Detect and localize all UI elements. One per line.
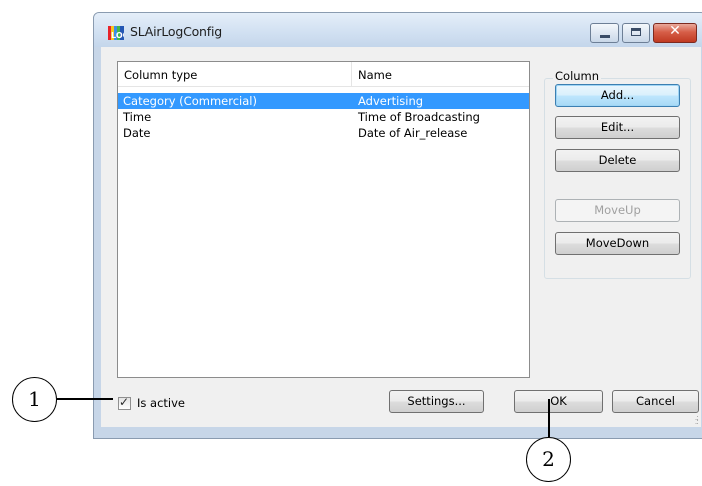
column-group-label: Column (553, 69, 602, 83)
row-name: Advertising (358, 94, 424, 108)
row-type: Date (123, 126, 151, 140)
dialog-window: LOG SLAirLogConfig ✕ Column type Name Ca… (93, 12, 702, 439)
checkmark-icon: ✓ (119, 395, 130, 409)
maximize-icon (631, 28, 641, 36)
add-button[interactable]: Add... (555, 84, 680, 107)
list-row-category[interactable]: Category (Commercial) Advertising (118, 93, 529, 109)
minimize-button[interactable] (590, 23, 619, 43)
move-down-button[interactable]: MoveDown (555, 232, 680, 255)
is-active-checkbox[interactable]: ✓ (118, 395, 131, 410)
name-header[interactable]: Name (358, 68, 392, 82)
column-type-header[interactable]: Column type (124, 68, 197, 82)
move-up-button[interactable]: MoveUp (555, 199, 680, 222)
resize-grip[interactable]: .:.: (695, 414, 699, 426)
minimize-icon (600, 35, 610, 38)
header-divider[interactable] (351, 62, 352, 86)
app-icon: LOG (108, 26, 124, 40)
close-button[interactable]: ✕ (653, 23, 697, 43)
maximize-button[interactable] (622, 23, 650, 43)
delete-button[interactable]: Delete (555, 149, 680, 172)
callout-1-leader (57, 398, 113, 400)
column-list[interactable]: Column type Name Category (Commercial) A… (117, 61, 530, 378)
row-type: Category (Commercial) (123, 94, 257, 108)
callout-2: 2 (526, 437, 571, 482)
list-row-time[interactable]: Time Time of Broadcasting (118, 109, 529, 125)
callout-2-leader (548, 399, 550, 437)
row-name: Date of Air_release (358, 126, 468, 140)
dialog-client-area: Column type Name Category (Commercial) A… (101, 47, 701, 427)
window-title: SLAirLogConfig (130, 24, 222, 39)
callout-1: 1 (12, 377, 57, 422)
list-row-date[interactable]: Date Date of Air_release (118, 125, 529, 141)
svg-text:LOG: LOG (111, 31, 124, 40)
edit-button[interactable]: Edit... (555, 116, 680, 139)
settings-button[interactable]: Settings... (389, 390, 484, 413)
close-icon: ✕ (669, 23, 681, 39)
title-bar[interactable]: LOG SLAirLogConfig ✕ (94, 13, 702, 47)
list-header: Column type Name (118, 62, 529, 87)
row-name: Time of Broadcasting (358, 110, 480, 124)
ok-button[interactable]: OK (514, 390, 603, 413)
row-type: Time (123, 110, 152, 124)
is-active-label[interactable]: Is active (137, 396, 185, 410)
cancel-button[interactable]: Cancel (612, 390, 699, 413)
